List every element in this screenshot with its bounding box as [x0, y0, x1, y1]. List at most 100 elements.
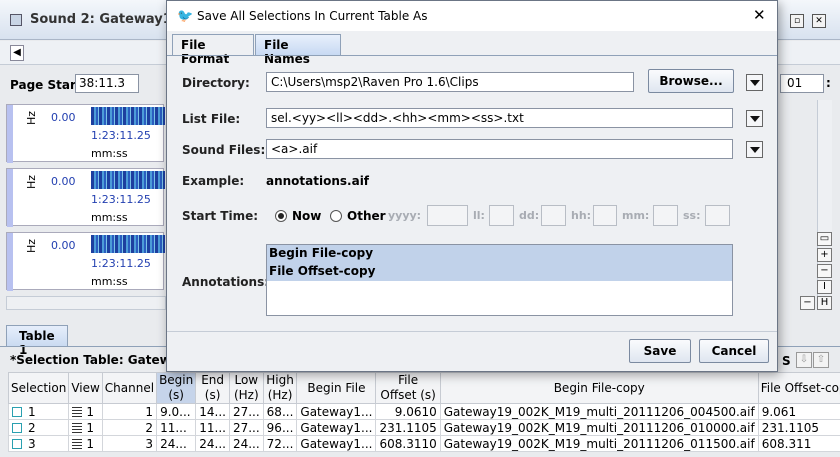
hh-label: hh: [571, 209, 592, 222]
spectrogram[interactable] [91, 107, 165, 125]
col-channel[interactable]: Channel [101, 372, 158, 404]
zero-label: 0.00 [51, 111, 76, 124]
selection-table[interactable]: Selection View Channel Begin (s) End (s)… [7, 372, 840, 452]
yyyy-field[interactable] [427, 205, 468, 226]
page-colon: : [826, 76, 831, 90]
zoom-h-out-icon[interactable]: − [800, 296, 815, 310]
restore-icon[interactable]: ▫ [790, 14, 804, 28]
yyyy-label: yyyy: [388, 209, 422, 222]
vertical-scrollbar[interactable] [817, 100, 832, 310]
example-label: Example: [182, 174, 245, 188]
zoom-in-icon[interactable]: + [817, 248, 832, 262]
units-label: mm:ss [91, 147, 128, 160]
raven-logo-icon: 🐦 [177, 9, 194, 24]
table-header-row: Selection View Channel Begin (s) End (s)… [7, 372, 840, 404]
save-button[interactable]: Save [629, 339, 691, 363]
ss-label: ss: [683, 209, 701, 222]
ss-field[interactable] [705, 205, 730, 226]
tab-file-format[interactable]: File Format [172, 34, 254, 66]
hz-label: Hz [25, 238, 38, 253]
window-icon [10, 14, 22, 26]
page-field[interactable]: 01 [780, 74, 824, 93]
other-radio[interactable] [330, 210, 342, 222]
row-checkbox[interactable] [12, 406, 22, 417]
dd-field[interactable] [541, 205, 566, 226]
s-label: S [782, 354, 791, 368]
directory-field[interactable]: C:\Users\msp2\Raven Pro 1.6\Clips [266, 72, 634, 92]
browse-button[interactable]: Browse... [648, 69, 734, 93]
col-begin[interactable]: Begin (s) [156, 372, 197, 404]
list-file-label: List File: [182, 112, 241, 126]
zoom-box-icon[interactable]: ▭ [817, 232, 832, 246]
other-label: Other [347, 209, 386, 223]
hz-label: Hz [25, 174, 38, 189]
save-selections-dialog: 🐦 Save All Selections In Current Table A… [166, 0, 778, 372]
col-begin-file[interactable]: Begin File [296, 372, 377, 404]
zero-label: 0.00 [51, 175, 76, 188]
directory-label: Directory: [182, 76, 250, 90]
list-file-field[interactable]: sel.<yy><ll><dd>.<hh><mm><ss>.txt [266, 108, 733, 128]
dd-label: dd: [519, 209, 540, 222]
scroll-left-icon[interactable]: ◀ [10, 45, 24, 61]
mm-field[interactable] [653, 205, 678, 226]
list-file-dropdown-icon[interactable] [746, 110, 763, 127]
spectrogram[interactable] [91, 171, 165, 189]
spectrogram-view-icon [72, 422, 83, 433]
col-file-offset-copy[interactable]: File Offset-copy [757, 372, 840, 404]
col-high[interactable]: High (Hz) [262, 372, 298, 404]
page-start-input[interactable]: 38:11.3 [75, 74, 139, 93]
col-begin-file-copy[interactable]: Begin File-copy [439, 372, 759, 404]
table-row[interactable]: 1 1 1 9.0... 14... 27... 68... Gateway1.… [7, 403, 840, 420]
sort-down-icon[interactable]: ⇩ [796, 352, 812, 368]
zoom-h-fit-icon[interactable]: H [817, 296, 832, 310]
zero-label: 0.00 [51, 239, 76, 252]
units-label: mm:ss [91, 211, 128, 224]
table-row[interactable]: 3 1 3 24... 24... 24... 72... Gateway1..… [7, 435, 840, 452]
track-3[interactable]: Hz 0.00 1:23:11.25 mm:ss [6, 232, 165, 291]
list-item[interactable]: Begin File-copy [267, 245, 732, 263]
hh-field[interactable] [593, 205, 617, 226]
col-selection[interactable]: Selection [7, 372, 70, 404]
annotations-label: Annotations: [182, 275, 270, 289]
start-time-label: Start Time: [182, 209, 259, 223]
zoom-fit-icon[interactable]: I [817, 280, 832, 294]
units-label: mm:ss [91, 275, 128, 288]
row-checkbox[interactable] [12, 438, 22, 449]
directory-dropdown-icon[interactable] [746, 74, 763, 91]
track-1[interactable]: Hz 0.00 1:23:11.25 mm:ss [6, 104, 165, 163]
dialog-titlebar[interactable]: 🐦 Save All Selections In Current Table A… [167, 1, 777, 31]
spectrogram[interactable] [91, 235, 165, 253]
ll-label: ll: [473, 209, 485, 222]
ll-field[interactable] [489, 205, 514, 226]
tab-table-1[interactable]: Table 1 [6, 325, 68, 357]
tab-file-names[interactable]: File Names [255, 34, 341, 66]
row-checkbox[interactable] [12, 422, 22, 433]
mm-label: mm: [622, 209, 650, 222]
time-label: 1:23:11.25 [91, 129, 151, 142]
col-end[interactable]: End (s) [195, 372, 230, 404]
now-label: Now [292, 209, 322, 223]
close-icon[interactable]: ✕ [812, 14, 826, 28]
sound-files-field[interactable]: <a>.aif [266, 139, 733, 159]
dialog-title: Save All Selections In Current Table As [197, 9, 428, 23]
sort-up-icon[interactable]: ⇧ [813, 352, 829, 368]
time-label: 1:23:11.25 [91, 257, 151, 270]
track-2[interactable]: Hz 0.00 1:23:11.25 mm:ss [6, 168, 165, 227]
col-file-offset[interactable]: File Offset (s) [375, 372, 441, 404]
now-radio[interactable] [275, 210, 287, 222]
annotations-list[interactable]: Begin File-copy File Offset-copy [266, 244, 733, 316]
example-value: annotations.aif [266, 174, 370, 188]
sound-files-dropdown-icon[interactable] [746, 141, 763, 158]
col-low[interactable]: Low (Hz) [228, 372, 264, 404]
zoom-out-icon[interactable]: − [817, 264, 832, 278]
cancel-button[interactable]: Cancel [699, 339, 769, 363]
horizontal-scrollbar[interactable] [6, 296, 166, 310]
spectrogram-view-icon [72, 406, 83, 417]
table-row[interactable]: 2 1 2 11... 11... 27... 96... Gateway1..… [7, 419, 840, 436]
hz-label: Hz [25, 110, 38, 125]
sound-files-label: Sound Files: [182, 143, 266, 157]
list-item[interactable]: File Offset-copy [267, 263, 732, 281]
close-icon[interactable]: ✕ [753, 6, 766, 24]
col-view[interactable]: View [68, 372, 103, 404]
spectrogram-view-icon [72, 438, 83, 449]
